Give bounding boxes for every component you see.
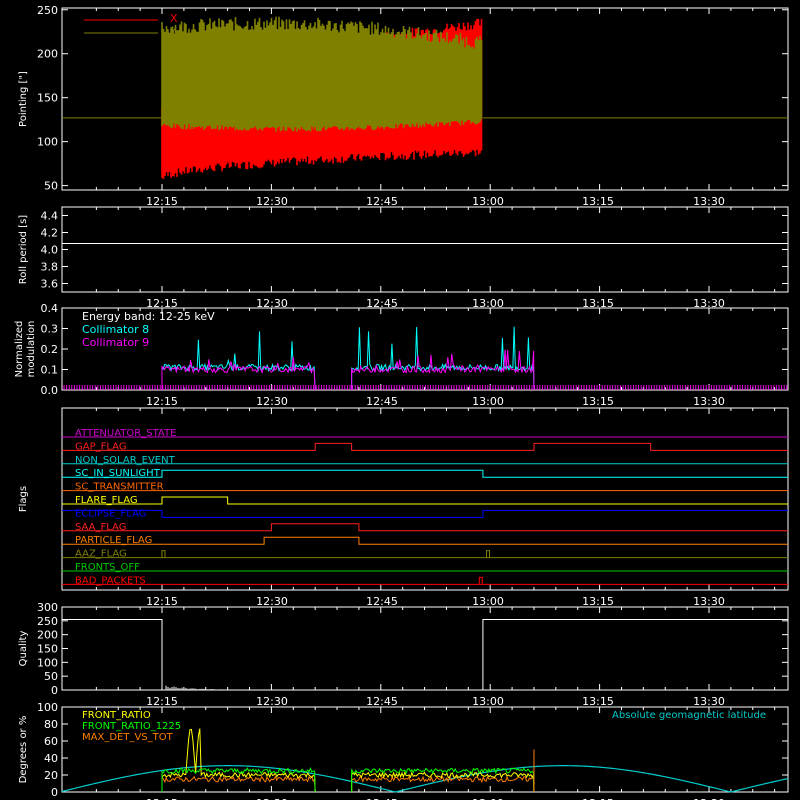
x-tick-label: 12:45 (366, 195, 398, 208)
x-tick-label: 12:45 (366, 595, 398, 608)
y-tick-label: 40 (44, 752, 58, 765)
flag-label: GAP_FLAG (75, 441, 127, 452)
series-y-band (161, 16, 483, 132)
y-tick-label: 50 (44, 670, 58, 683)
y-tick-label: 150 (37, 92, 58, 105)
y-tick-label: 0.3 (41, 323, 59, 336)
x-tick-label: 12:30 (256, 695, 288, 708)
x-tick-label: 12:45 (366, 695, 398, 708)
y-tick-label: 300 (37, 601, 58, 614)
flag-label: ATTENUATOR_STATE (75, 428, 176, 439)
x-tick-label: 12:30 (256, 395, 288, 408)
x-tick-label: 13:15 (582, 195, 614, 208)
x-tick-label: 13:00 (472, 195, 504, 208)
x-tick-label: 13:30 (693, 195, 725, 208)
legend-label: MAX_DET_VS_TOT (82, 732, 174, 743)
legend-label: Collimator 9 (82, 336, 149, 349)
flag-label: BAD_PACKETS (75, 575, 146, 586)
x-tick-label: 13:00 (472, 395, 504, 408)
x-tick-label: 13:30 (693, 595, 725, 608)
x-tick-label: 12:30 (256, 595, 288, 608)
flag-label: SAA_FLAG (75, 522, 126, 533)
y-tick-label: 3.6 (41, 278, 59, 291)
y-tick-label: 3.8 (41, 261, 59, 274)
y-tick-label: 100 (37, 656, 58, 669)
telemetry-chart: 12:15 12:30 12:45 13:00 13:15 13:305010015020… (0, 0, 800, 800)
x-tick-label: 12:45 (366, 395, 398, 408)
x-tick-label: 12:30 (256, 195, 288, 208)
x-tick-label: 12:15 (146, 395, 178, 408)
legend-label: FRONT_RATIO (82, 710, 151, 721)
x-tick-label: 13:00 (472, 695, 504, 708)
y-tick-label: 100 (37, 701, 58, 714)
y-tick-label: 150 (37, 643, 58, 656)
x-tick-label: 12:15 (146, 595, 178, 608)
y-axis-label: Quality (18, 631, 29, 667)
x-tick-label: 12:15 (146, 195, 178, 208)
flag-label: SC_IN_SUNLIGHT (75, 468, 161, 479)
y-tick-label: 0 (51, 786, 58, 799)
flag-label: PARTICLE_FLAG (75, 535, 152, 546)
y-tick-label: 0.1 (41, 364, 59, 377)
flag-label: FLARE_FLAG (75, 495, 138, 506)
y-axis-label: modulation (26, 321, 37, 378)
annotation: Energy band: 12-25 keV (82, 310, 215, 323)
y-tick-label: 250 (37, 4, 58, 17)
y-tick-label: 4.4 (41, 210, 59, 223)
y-axis-label: Flags (18, 486, 29, 512)
y-tick-label: 80 (44, 718, 58, 731)
x-tick-label: 13:15 (582, 595, 614, 608)
y-tick-label: 200 (37, 48, 58, 61)
x-tick-label: 13:30 (693, 695, 725, 708)
legend-label: Absolute geomagnetic latitude (612, 710, 766, 721)
y-tick-label: 200 (37, 629, 58, 642)
x-tick-label: 13:30 (693, 395, 725, 408)
y-tick-label: 50 (44, 180, 58, 193)
x-tick-label: 13:00 (472, 595, 504, 608)
y-tick-label: 0 (51, 684, 58, 697)
y-axis-label: Roll period [s] (18, 215, 29, 284)
x-tick-label: 13:15 (582, 395, 614, 408)
y-tick-label: 60 (44, 735, 58, 748)
y-axis-label: Pointing ["] (18, 71, 29, 127)
y-tick-label: 100 (37, 136, 58, 149)
flag-label: ECLIPSE_FLAG (75, 508, 146, 519)
y-tick-label: 4.0 (41, 244, 59, 257)
y-axis-label: Normalized (14, 321, 25, 378)
legend-label: X (170, 12, 178, 25)
y-tick-label: 250 (37, 615, 58, 628)
y-tick-label: 20 (44, 769, 58, 782)
flag-label: NON_SOLAR_EVENT (75, 455, 176, 466)
legend-label: Collimator 8 (82, 323, 149, 336)
y-axis-label: Degrees or % (18, 716, 29, 784)
x-tick-label: 12:15 (146, 695, 178, 708)
flag-label: FRONTS_OFF (75, 562, 140, 573)
y-tick-label: 0.2 (41, 343, 59, 356)
legend-label: FRONT_RATIO_1225 (82, 721, 181, 732)
y-tick-label: 4.2 (41, 227, 59, 240)
legend-label: Y (169, 25, 177, 38)
flag-label: AAZ_FLAG (75, 549, 127, 560)
y-tick-label: 0.4 (41, 302, 59, 315)
x-tick-label: 13:15 (582, 695, 614, 708)
flag-label: SC_TRANSMITTER (75, 482, 164, 493)
y-tick-label: 0.0 (41, 384, 59, 397)
